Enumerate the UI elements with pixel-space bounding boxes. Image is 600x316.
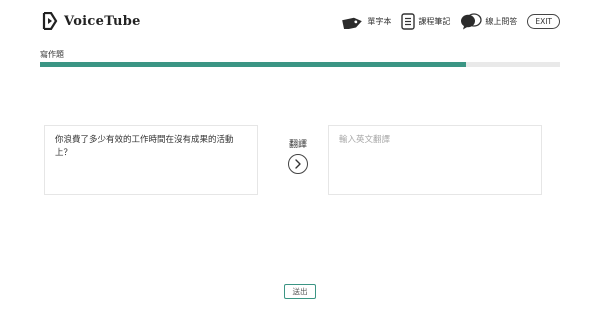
answer-input[interactable]: [328, 125, 542, 195]
tag-icon: [342, 17, 363, 29]
exit-button[interactable]: EXIT: [527, 14, 560, 29]
logo[interactable]: VoiceTube: [42, 12, 141, 30]
translate-control: 翻譯: [284, 137, 312, 174]
course-notes-link[interactable]: 課程筆記: [401, 13, 450, 30]
section-title: 寫作題: [40, 50, 64, 59]
vocab-book-link[interactable]: 單字本: [342, 15, 391, 29]
online-qa-link[interactable]: 線上問答: [460, 13, 517, 30]
vocab-book-label: 單字本: [367, 17, 392, 26]
question-box: 你浪費了多少有效的工作時間在沒有成果的活動上？: [44, 125, 258, 195]
voicetube-logo-icon: [42, 12, 58, 30]
progress-fill: [40, 62, 467, 67]
top-nav: 單字本 課程筆記 線上問答 EXIT: [332, 13, 560, 30]
chevron-right-icon: [295, 159, 301, 169]
progress-bar: [40, 62, 560, 67]
online-qa-label: 線上問答: [485, 17, 518, 26]
chat-bubbles-icon: [461, 13, 482, 30]
header: VoiceTube 單字本 課程筆記 線上問答 EXIT: [0, 0, 600, 44]
course-notes-label: 課程筆記: [418, 17, 451, 26]
submit-button[interactable]: 送出: [284, 284, 316, 299]
translate-arrow-button[interactable]: [288, 154, 308, 174]
translate-label: 翻譯: [288, 140, 307, 150]
logo-text: VoiceTube: [64, 13, 141, 29]
question-text: 你浪費了多少有效的工作時間在沒有成果的活動上？: [55, 135, 234, 158]
notes-icon: [401, 13, 416, 30]
